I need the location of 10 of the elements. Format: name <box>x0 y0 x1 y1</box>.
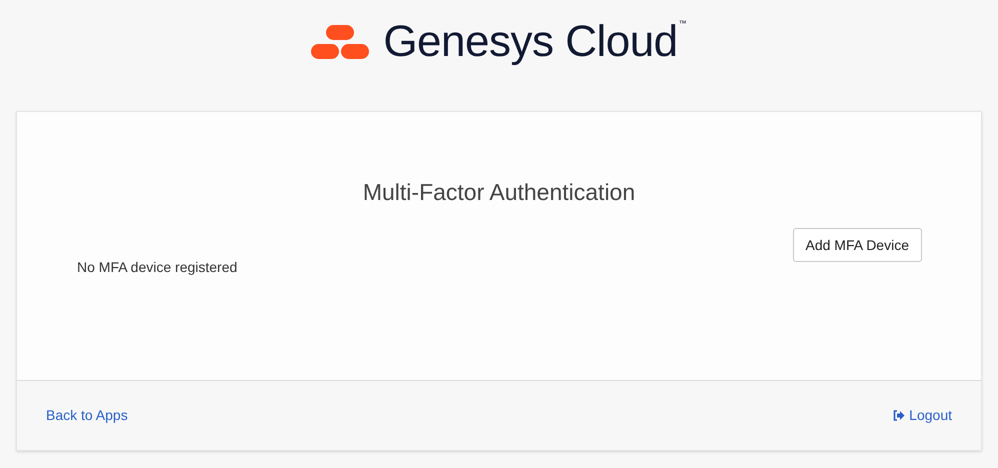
logout-icon <box>893 410 906 421</box>
trademark-mark: ™ <box>678 20 687 28</box>
status-message: No MFA device registered <box>77 258 238 277</box>
logout-link[interactable]: Logout <box>893 405 952 426</box>
brand-name: Genesys Cloud <box>383 20 678 64</box>
add-mfa-device-button[interactable]: Add MFA Device <box>792 228 922 262</box>
logout-label: Logout <box>909 406 952 425</box>
page-title: Multi-Factor Authentication <box>362 181 636 204</box>
back-to-apps-link[interactable]: Back to Apps <box>46 405 128 426</box>
logo-icon <box>311 25 370 59</box>
